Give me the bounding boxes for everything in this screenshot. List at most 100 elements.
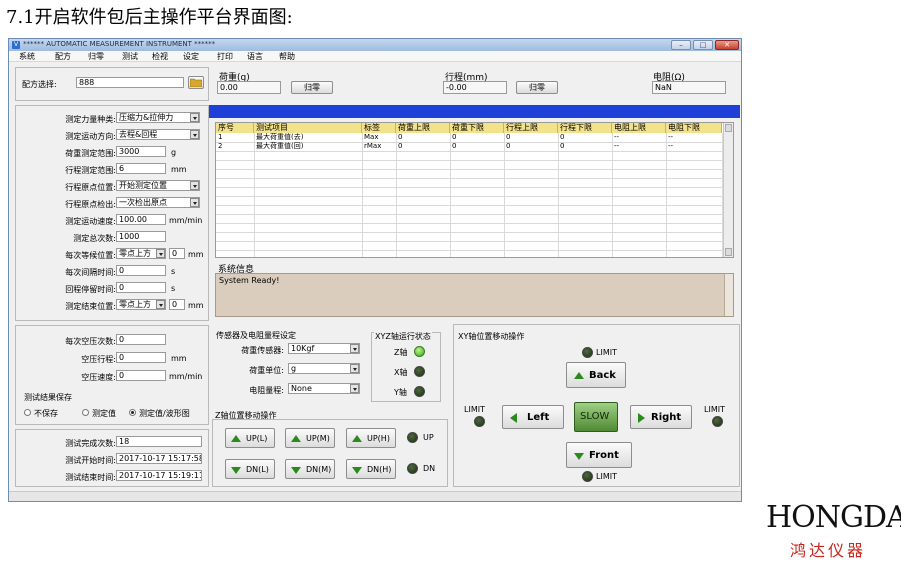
origin-position-select[interactable]: 开始测定位置 (116, 180, 200, 191)
maximize-button[interactable]: □ (693, 40, 713, 50)
table-row[interactable]: 1 最大荷重值(去) Max 0 0 0 0 -- -- (216, 133, 722, 142)
down-low-button[interactable]: DN(L) (225, 459, 275, 479)
resistance-readout: NaN (652, 81, 726, 94)
total-count-input[interactable]: 1000 (116, 231, 166, 242)
load-zero-button[interactable]: 归零 (291, 81, 333, 94)
minimize-button[interactable]: – (671, 40, 691, 50)
up-mid-button[interactable]: UP(M) (285, 428, 335, 448)
table-scrollbar[interactable] (723, 123, 733, 257)
limit-label: LIMIT (596, 472, 617, 481)
chevron-down-icon[interactable] (350, 364, 359, 373)
menu-language[interactable]: 语言 (247, 51, 263, 62)
right-button[interactable]: Right (630, 405, 692, 429)
interval-input[interactable]: 0 (116, 265, 166, 276)
grid-line (216, 232, 722, 233)
load-range-input[interactable]: 3000 (116, 146, 166, 157)
table-header-cell[interactable]: 电阻下限 (666, 123, 722, 133)
open-recipe-button[interactable] (188, 76, 204, 89)
direction-select[interactable]: 去程&回程 (116, 129, 200, 140)
end-offset-input[interactable]: 0 (169, 299, 185, 310)
scroll-down-icon[interactable] (725, 248, 732, 256)
save-option-value-radio[interactable] (82, 409, 89, 416)
origin-detect-select[interactable]: 一次检出原点 (116, 197, 200, 208)
slow-button[interactable]: SLOW (574, 402, 618, 432)
table-header-cell[interactable]: 行程上限 (504, 123, 558, 133)
save-option-waveform-radio[interactable] (129, 409, 136, 416)
table-cell: 最大荷重值(回) (256, 142, 304, 150)
table-header-cell[interactable]: 荷重上限 (396, 123, 450, 133)
save-option-none-radio[interactable] (24, 409, 31, 416)
completed-count-field: 18 (116, 436, 202, 447)
hongda-logo: HONGDA (766, 500, 901, 535)
menu-zero[interactable]: 归零 (88, 51, 104, 62)
stroke-zero-button[interactable]: 归零 (516, 81, 558, 94)
chevron-down-icon[interactable] (156, 300, 165, 309)
up-high-button[interactable]: UP(H) (346, 428, 396, 448)
table-header-cell[interactable]: 荷重下限 (450, 123, 504, 133)
load-unit-select[interactable]: g (288, 363, 360, 374)
chevron-down-icon[interactable] (156, 249, 165, 258)
arrow-down-icon (574, 453, 584, 460)
resistance-range-select[interactable]: None (288, 383, 360, 394)
chevron-down-icon[interactable] (190, 181, 199, 190)
param-label: 测定结束位置: (65, 302, 116, 311)
scroll-up-icon[interactable] (725, 124, 732, 132)
chevron-down-icon[interactable] (190, 198, 199, 207)
chevron-down-icon[interactable] (350, 344, 359, 353)
window-status-strip (9, 491, 741, 501)
table-header-cell[interactable]: 测试项目 (254, 123, 362, 133)
save-group-label: 测试结果保存 (24, 393, 72, 402)
return-dwell-input[interactable]: 0 (116, 282, 166, 293)
grid-line (216, 223, 722, 224)
arrow-up-icon (291, 435, 301, 442)
dry-count-input[interactable]: 0 (116, 334, 166, 345)
down-high-button[interactable]: DN(H) (346, 459, 396, 479)
select-value: 10Kgf (291, 344, 315, 353)
wait-position-select[interactable]: 零点上方 (116, 248, 166, 259)
sysinfo-scrollbar[interactable] (724, 274, 733, 316)
menu-settings[interactable]: 设定 (183, 51, 199, 62)
up-low-button[interactable]: UP(L) (225, 428, 275, 448)
z-axis-led (414, 346, 425, 357)
up-led (407, 432, 418, 443)
stroke-range-input[interactable]: 6 (116, 163, 166, 174)
menu-test[interactable]: 测试 (122, 51, 138, 62)
menu-system[interactable]: 系统 (19, 51, 35, 62)
speed-input[interactable]: 100.00 (116, 214, 166, 225)
back-button[interactable]: Back (566, 362, 626, 388)
table-header-cell[interactable]: 序号 (216, 123, 254, 133)
limit-label: LIMIT (704, 405, 725, 414)
table-header-cell[interactable]: 行程下限 (558, 123, 612, 133)
button-label: UP(M) (306, 434, 330, 443)
select-value: 去程&回程 (119, 130, 158, 139)
wait-offset-input[interactable]: 0 (169, 248, 185, 259)
menu-help[interactable]: 帮助 (279, 51, 295, 62)
end-position-select[interactable]: 零点上方 (116, 299, 166, 310)
chevron-down-icon[interactable] (190, 130, 199, 139)
axis-label: X轴 (394, 368, 408, 377)
chevron-down-icon[interactable] (350, 384, 359, 393)
dry-speed-input[interactable]: 0 (116, 370, 166, 381)
menu-recipe[interactable]: 配方 (55, 51, 71, 62)
down-mid-button[interactable]: DN(M) (285, 459, 335, 479)
force-type-select[interactable]: 压缩力&拉伸力 (116, 112, 200, 123)
table-header-cell[interactable]: 电阻上限 (612, 123, 666, 133)
arrow-up-icon (352, 435, 362, 442)
left-button[interactable]: Left (502, 405, 564, 429)
param-label: 测定总次数: (73, 234, 116, 243)
table-row[interactable]: 2 最大荷重值(回) rMax 0 0 0 0 -- -- (216, 142, 722, 151)
unit-label: mm/min (169, 372, 203, 381)
table-header-cell[interactable]: 标签 (362, 123, 396, 133)
status-bar (209, 105, 740, 118)
arrow-down-icon (291, 467, 301, 474)
chevron-down-icon[interactable] (190, 113, 199, 122)
dry-label: 每次空压次数: (65, 337, 116, 346)
dry-stroke-input[interactable]: 0 (116, 352, 166, 363)
close-button[interactable]: ✕ (715, 40, 739, 50)
button-label: DN(M) (306, 465, 332, 474)
load-sensor-select[interactable]: 10Kgf (288, 343, 360, 354)
menu-print[interactable]: 打印 (217, 51, 233, 62)
front-button[interactable]: Front (566, 442, 632, 468)
recipe-input[interactable]: 888 (76, 77, 184, 88)
menu-view[interactable]: 检视 (152, 51, 168, 62)
